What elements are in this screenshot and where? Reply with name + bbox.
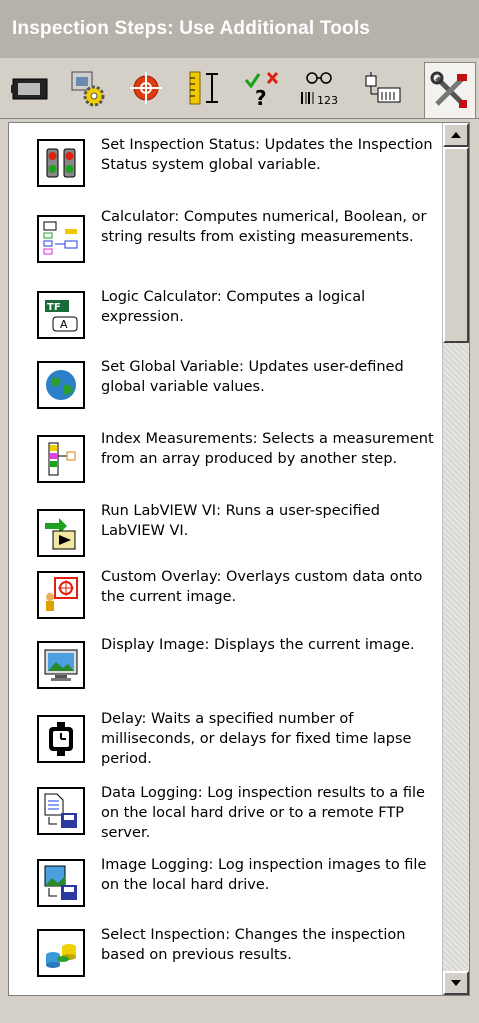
svg-text:?: ? bbox=[255, 86, 267, 108]
run-vi-icon bbox=[37, 509, 85, 557]
step-description: Set Inspection Status: Updates the Inspe… bbox=[101, 137, 433, 173]
scrollbar-thumb[interactable] bbox=[443, 147, 469, 343]
list-item-set-inspection-status[interactable]: Set Inspection Status: Updates the Inspe… bbox=[9, 129, 442, 209]
list-item-data-logging[interactable]: Data Logging: Log inspection results to … bbox=[9, 777, 442, 857]
measure-features-icon bbox=[189, 71, 218, 105]
logic-icon-tf-label: TF bbox=[47, 302, 61, 313]
globe-icon bbox=[37, 361, 85, 409]
step-description: Logic Calculator: Computes a logical exp… bbox=[101, 289, 366, 325]
step-description: Display Image: Displays the current imag… bbox=[101, 637, 415, 653]
locate-features-tab[interactable] bbox=[124, 64, 168, 112]
select-inspection-icon bbox=[37, 929, 85, 977]
list-item-logic-calculator[interactable]: TF A Logic Calculator: Computes a logica… bbox=[9, 281, 442, 361]
identify-digits-label: 123 bbox=[317, 94, 338, 107]
arrow-up-icon bbox=[451, 132, 461, 138]
measure-features-tab[interactable] bbox=[182, 64, 226, 112]
step-description: Delay: Waits a specified number of milli… bbox=[101, 711, 412, 767]
vertical-scrollbar[interactable] bbox=[442, 123, 469, 995]
logic-icon-a-label: A bbox=[60, 318, 68, 331]
use-additional-tools-tab[interactable] bbox=[424, 62, 476, 118]
acquire-image-icon bbox=[11, 78, 48, 100]
image-logging-icon bbox=[37, 859, 85, 907]
step-description: Index Measurements: Selects a measuremen… bbox=[101, 431, 434, 467]
scroll-up-button[interactable] bbox=[443, 123, 469, 147]
step-description: Data Logging: Log inspection results to … bbox=[101, 785, 425, 841]
traffic-light-icon bbox=[37, 139, 85, 187]
logic-calculator-icon: TF A bbox=[37, 291, 85, 339]
enhance-image-tab[interactable] bbox=[66, 64, 110, 112]
step-description: Custom Overlay: Overlays custom data ont… bbox=[101, 569, 423, 605]
enhance-image-icon bbox=[71, 71, 105, 107]
list-item-index-measurements[interactable]: Index Measurements: Selects a measuremen… bbox=[9, 423, 442, 503]
list-item-calculator[interactable]: Calculator: Computes numerical, Boolean,… bbox=[9, 201, 442, 281]
list-item-set-global-variable[interactable]: Set Global Variable: Updates user-define… bbox=[9, 351, 442, 431]
steps-list: Set Inspection Status: Updates the Inspe… bbox=[9, 123, 442, 995]
panel-footer bbox=[0, 996, 479, 1023]
locate-features-icon bbox=[130, 72, 162, 104]
custom-overlay-icon bbox=[37, 571, 85, 619]
monitor-icon bbox=[37, 641, 85, 689]
panel-title: Inspection Steps: Use Additional Tools bbox=[0, 0, 479, 58]
use-additional-tools-icon bbox=[430, 71, 467, 108]
step-description: Set Global Variable: Updates user-define… bbox=[101, 359, 404, 395]
steps-list-panel: Set Inspection Status: Updates the Inspe… bbox=[8, 122, 470, 996]
step-description: Calculator: Computes numerical, Boolean,… bbox=[101, 209, 427, 245]
list-item-delay[interactable]: Delay: Waits a specified number of milli… bbox=[9, 703, 442, 783]
data-logging-icon bbox=[37, 787, 85, 835]
list-item-image-logging[interactable]: Image Logging: Log inspection images to … bbox=[9, 849, 442, 929]
identify-parts-icon: 123 bbox=[301, 72, 338, 107]
tool-category-toolbar: ? 123 bbox=[0, 58, 479, 119]
calculator-icon bbox=[37, 215, 85, 263]
step-description: Image Logging: Log inspection images to … bbox=[101, 857, 427, 893]
index-measurements-icon bbox=[37, 435, 85, 483]
scroll-down-button[interactable] bbox=[443, 971, 469, 995]
stopwatch-icon bbox=[37, 715, 85, 763]
step-description: Run LabVIEW VI: Runs a user-specified La… bbox=[101, 503, 380, 539]
communicate-icon bbox=[365, 72, 401, 103]
communicate-tab[interactable] bbox=[360, 64, 404, 112]
check-for-presence-icon: ? bbox=[244, 71, 279, 108]
acquire-image-tab[interactable] bbox=[8, 64, 52, 112]
arrow-down-icon bbox=[451, 980, 461, 986]
step-description: Select Inspection: Changes the inspectio… bbox=[101, 927, 406, 963]
check-for-presence-tab[interactable]: ? bbox=[240, 64, 284, 112]
list-item-select-inspection[interactable]: Select Inspection: Changes the inspectio… bbox=[9, 919, 442, 995]
list-item-display-image[interactable]: Display Image: Displays the current imag… bbox=[9, 629, 442, 709]
identify-parts-tab[interactable]: 123 bbox=[298, 64, 342, 112]
